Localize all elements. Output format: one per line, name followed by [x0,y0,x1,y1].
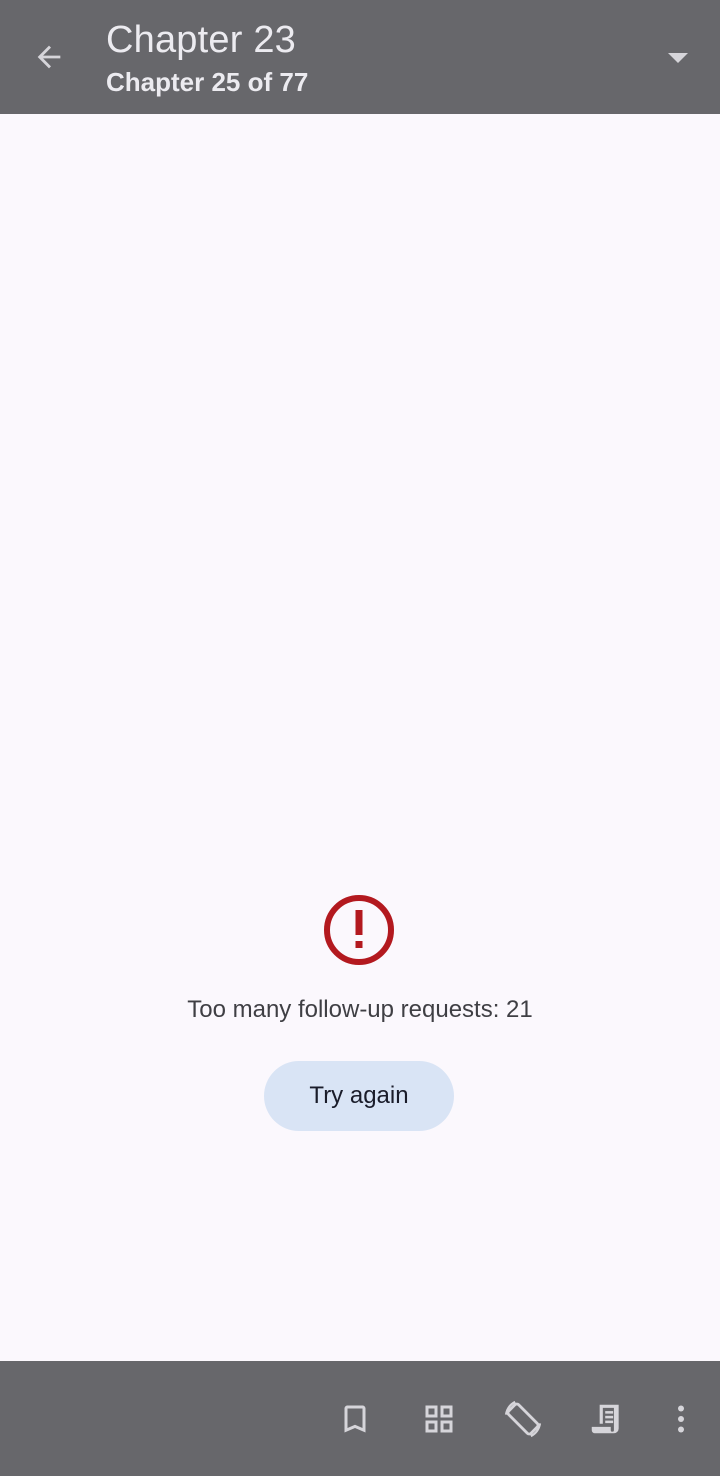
reading-mode-button[interactable] [580,1393,632,1445]
chapter-title: Chapter 23 [106,19,297,61]
reader-content: Too many follow-up requests: 21 Try agai… [0,114,720,1361]
back-button[interactable] [22,30,76,84]
page-grid-button[interactable] [413,1393,465,1445]
more-options-button[interactable] [655,1393,707,1445]
bookmark-icon [344,1405,366,1433]
top-app-bar: Chapter 23 Chapter 25 of 77 [0,0,720,114]
bottom-toolbar [0,1361,720,1476]
rotation-button[interactable] [497,1393,549,1445]
title-block: Chapter 23 Chapter 25 of 77 [106,18,308,100]
try-again-button[interactable]: Try again [264,1061,454,1131]
reading-mode-icon [591,1404,619,1434]
error-message: Too many follow-up requests: 21 [187,996,533,1023]
dropdown-arrow-icon [668,53,688,63]
bookmark-button[interactable] [329,1393,381,1445]
chapter-dropdown-button[interactable] [658,38,698,78]
chapter-subtitle: Chapter 25 of 77 [106,67,309,97]
screen-rotation-icon [504,1400,542,1438]
arrow-back-icon [37,45,61,69]
grid-icon [425,1405,453,1433]
more-vert-icon [678,1405,684,1433]
error-outline-icon [324,895,394,965]
